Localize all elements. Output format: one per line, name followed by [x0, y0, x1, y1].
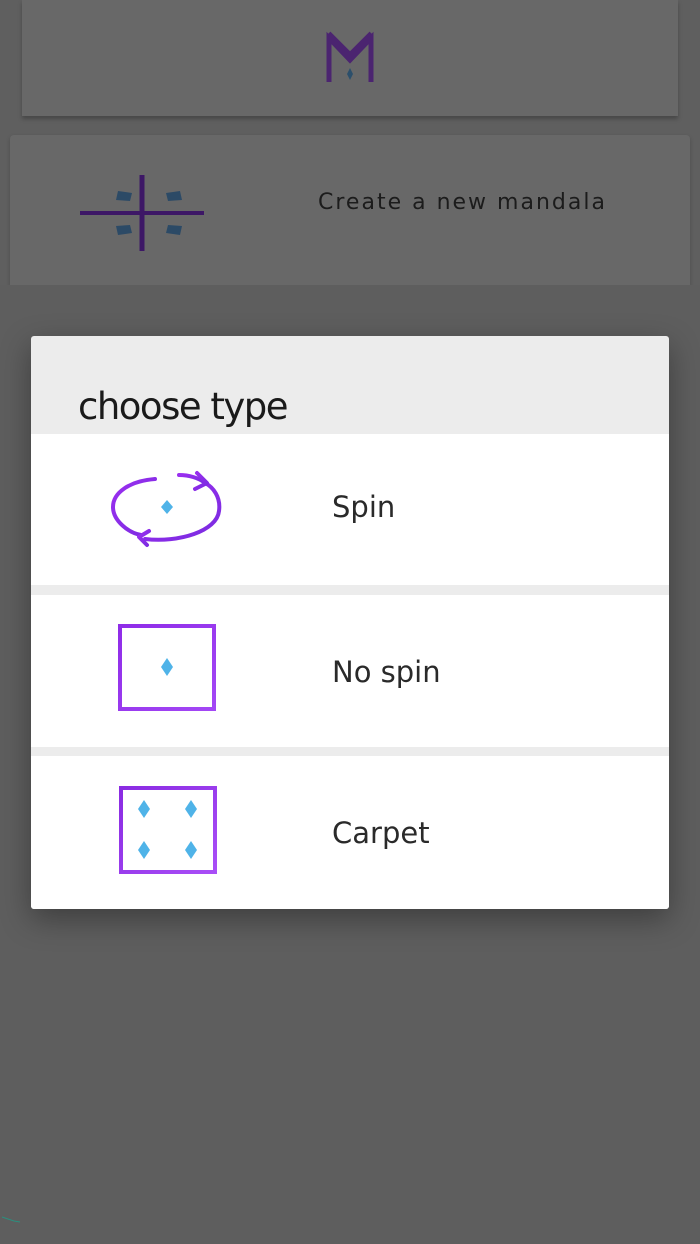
create-mandala-label: Create a new mandala — [318, 190, 607, 215]
create-mandala-card[interactable]: Create a new mandala — [10, 135, 690, 285]
option-carpet-label: Carpet — [332, 816, 430, 850]
app-logo-card — [22, 0, 678, 116]
corner-artifact-icon — [1, 1216, 21, 1223]
dialog-title: choose type — [78, 385, 289, 428]
option-spin-label: Spin — [332, 490, 396, 524]
new-mandala-icon — [80, 175, 204, 251]
option-carpet[interactable]: Carpet — [31, 756, 669, 909]
no-spin-icon — [118, 624, 216, 711]
choose-type-dialog: choose type Spin No spin Carpet — [31, 336, 669, 909]
option-no-spin[interactable]: No spin — [31, 595, 669, 747]
option-no-spin-label: No spin — [332, 655, 441, 689]
app-logo-icon — [326, 31, 374, 82]
carpet-icon — [119, 786, 217, 874]
spin-icon — [110, 471, 222, 547]
option-spin[interactable]: Spin — [31, 434, 669, 585]
